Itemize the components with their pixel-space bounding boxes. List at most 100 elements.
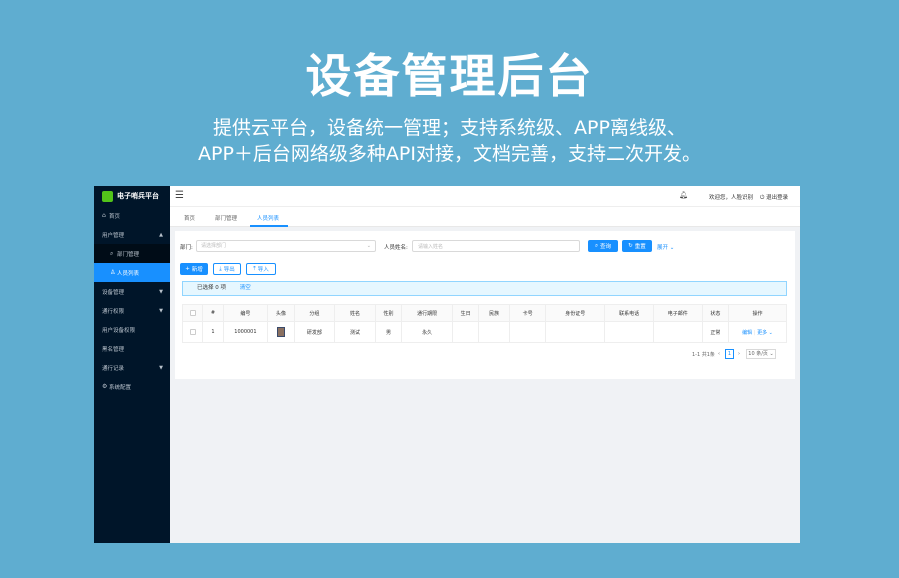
row-period: 永久	[401, 321, 453, 343]
table-header-row: # 编号 头像 分组 姓名 性别 通行期限 生日 民族 卡号 身份证号 联系电话…	[181, 304, 787, 322]
pagination-total: 1-1 共1条	[692, 352, 715, 358]
column-header[interactable]: 分组	[293, 304, 336, 322]
row-gender: 男	[374, 321, 403, 343]
sidebar-item-label: 黑名管理	[102, 346, 125, 353]
clear-selection-link[interactable]: 清空	[240, 285, 251, 291]
query-label: 查询	[600, 244, 612, 250]
row-status: 正常	[701, 321, 730, 343]
export-button[interactable]: ⤓ 导出	[213, 263, 241, 275]
sidebar-item-system-config[interactable]: ⚙ 系统配置	[94, 377, 170, 396]
column-header: 联系电话	[604, 304, 654, 322]
sidebar-item-label: 人员列表	[117, 270, 140, 277]
reset-label: 重置	[634, 244, 646, 250]
sidebar-item-label: 部门管理	[117, 251, 140, 258]
row-group: 研发部	[293, 321, 336, 343]
sidebar-item-label: 首页	[109, 213, 121, 220]
download-icon: ⤓	[219, 265, 222, 272]
tab-home[interactable]: 首页	[184, 214, 195, 222]
row-actions: 编辑 | 更多 ⌄	[728, 321, 787, 343]
prev-page-icon[interactable]: ‹	[718, 351, 720, 357]
sidebar-item-access-records[interactable]: 通行记录 ▼	[94, 358, 170, 377]
edit-link[interactable]: 编辑	[742, 330, 752, 336]
page-size-select[interactable]: 10 条/页 ⌄	[746, 349, 776, 359]
sidebar-item-home[interactable]: ⌂ 首页	[94, 206, 170, 225]
row-index: 1	[202, 321, 224, 343]
column-header[interactable]: 姓名	[334, 304, 376, 322]
chevron-down-icon: ⌄	[669, 245, 675, 251]
tab-person-list[interactable]: 人员列表	[257, 214, 279, 222]
tab-department[interactable]: 部门管理	[215, 214, 237, 222]
name-label: 人员姓名:	[384, 245, 408, 251]
column-header[interactable]: 编号	[222, 304, 269, 322]
avatar	[276, 327, 285, 337]
sidebar-item-device-management[interactable]: 设备管理 ▼	[94, 282, 170, 301]
query-button[interactable]: ⌕ 查询	[588, 240, 618, 252]
top-header: ☰ 🔔︎ 欢迎您，人脸识别 ⏻ 退出登录	[170, 186, 800, 207]
row-checkbox[interactable]	[181, 321, 204, 343]
divider: |	[753, 329, 756, 336]
export-label: 导出	[223, 267, 235, 273]
column-header: 民族	[478, 304, 510, 322]
expand-filter-link[interactable]: 展开 ⌄	[657, 243, 674, 251]
sidebar-item-label: 设备管理	[102, 289, 125, 296]
refresh-icon: ↻	[628, 243, 633, 249]
column-header: 身份证号	[545, 304, 606, 322]
row-avatar	[267, 321, 295, 343]
active-tab-indicator	[250, 225, 288, 227]
more-dropdown[interactable]: 更多 ⌄	[757, 330, 773, 336]
sidebar-item-person-list[interactable]: ♙ 人员列表	[94, 263, 170, 282]
search-icon: ⌕	[110, 249, 114, 257]
column-header: 生日	[451, 304, 480, 322]
menu-toggle-icon[interactable]: ☰	[175, 190, 184, 201]
app-logo: 电子哨兵平台	[94, 186, 170, 206]
row-phone	[604, 321, 654, 343]
column-header: 电子邮件	[652, 304, 703, 322]
row-birthday	[451, 321, 480, 343]
expand-label: 展开	[657, 245, 669, 251]
welcome-text: 欢迎您，人脸识别	[709, 195, 754, 201]
admin-app-screenshot: 电子哨兵平台 ⌂ 首页 用户管理 ▲ ⌕ 部门管理 ♙ 人员列表 设备管理 ▼ …	[94, 186, 800, 543]
select-all-checkbox[interactable]	[181, 304, 204, 322]
sidebar-item-user-management[interactable]: 用户管理 ▲	[94, 225, 170, 244]
column-header: 通行期限	[401, 304, 453, 322]
sidebar-item-label: 用户设备权限	[102, 327, 136, 334]
department-select[interactable]: 请选择部门 ⌄	[196, 240, 376, 252]
sidebar-item-label: 系统配置	[109, 384, 132, 391]
logout-label: 退出登录	[766, 195, 789, 201]
add-button[interactable]: + 新增	[180, 263, 208, 275]
person-table: # 编号 头像 分组 姓名 性别 通行期限 生日 民族 卡号 身份证号 联系电话…	[181, 304, 787, 343]
chevron-up-icon: ▲	[159, 231, 163, 238]
logout-link[interactable]: ⏻ 退出登录	[760, 193, 788, 202]
sidebar-item-blacklist[interactable]: 黑名管理	[94, 339, 170, 358]
sidebar-item-label: 通行记录	[102, 365, 125, 372]
column-header: 操作	[728, 304, 787, 322]
sidebar-item-department[interactable]: ⌕ 部门管理	[94, 244, 170, 263]
chevron-down-icon: ⌄	[769, 351, 774, 357]
selected-count: 已选择 0 项	[197, 285, 226, 291]
row-ethnic	[478, 321, 510, 343]
tab-bar: 首页 部门管理 人员列表	[170, 207, 800, 227]
sidebar: 电子哨兵平台 ⌂ 首页 用户管理 ▲ ⌕ 部门管理 ♙ 人员列表 设备管理 ▼ …	[94, 186, 170, 543]
sidebar-item-user-device-permission[interactable]: 用户设备权限	[94, 320, 170, 339]
checkbox-icon	[189, 309, 196, 316]
reset-button[interactable]: ↻ 重置	[622, 240, 652, 252]
import-button[interactable]: ⤒ 导入	[246, 263, 276, 275]
bell-icon[interactable]: 🔔︎	[679, 191, 688, 199]
plus-icon: +	[185, 266, 190, 272]
column-header: 卡号	[508, 304, 547, 322]
next-page-icon[interactable]: ›	[738, 351, 740, 357]
department-label: 部门:	[180, 245, 193, 251]
page-title: 设备管理后台	[305, 49, 594, 103]
page-size-label: 10 条/页	[748, 351, 768, 357]
search-icon: ⌕	[594, 242, 599, 249]
selection-alert: 已选择 0 项 清空	[182, 281, 787, 296]
gear-icon: ⚙	[102, 383, 108, 390]
chevron-down-icon: ▼	[159, 364, 163, 371]
import-label: 导入	[257, 267, 269, 273]
chevron-down-icon: ▼	[159, 288, 163, 295]
app-name: 电子哨兵平台	[117, 192, 159, 200]
chevron-down-icon: ⌄	[768, 329, 773, 336]
row-name: 测试	[334, 321, 376, 343]
sidebar-item-access-permission[interactable]: 通行权限 ▼	[94, 301, 170, 320]
pagination-current-page[interactable]: 1	[725, 349, 734, 359]
